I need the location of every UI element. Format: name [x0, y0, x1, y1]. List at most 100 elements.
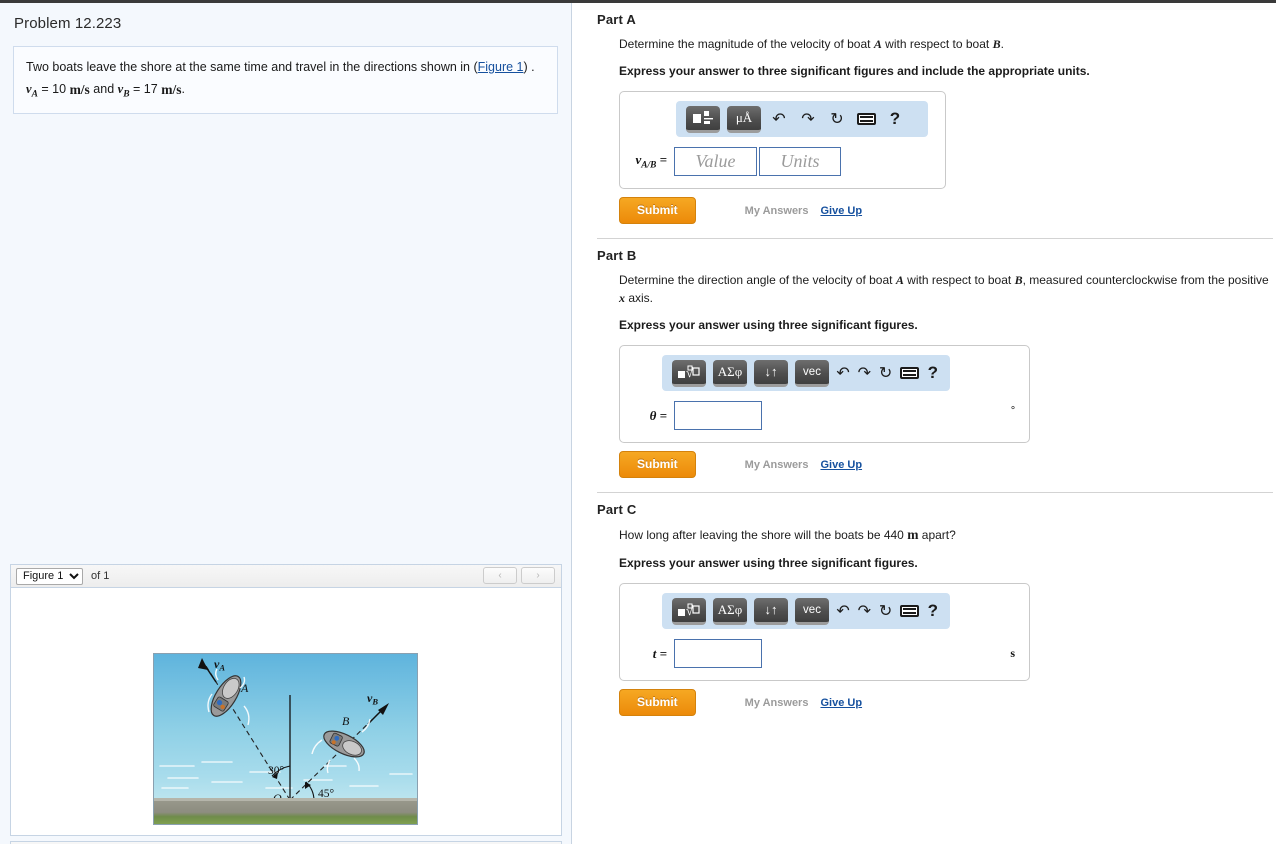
undo-icon[interactable]: ↶: [836, 363, 850, 383]
figure-next-button[interactable]: ›: [521, 567, 555, 584]
part-b-section: Part B Determine the direction angle of …: [573, 238, 1276, 492]
part-b-question-end: , measured counterclockwise from the pos…: [1022, 273, 1269, 287]
part-a-submit-row: Submit My Answers Give Up: [619, 197, 1276, 224]
part-b-give-up-link[interactable]: Give Up: [820, 459, 862, 471]
sqrt-template-icon[interactable]: √: [672, 359, 706, 387]
part-b-var-b: B: [1014, 273, 1023, 287]
greek-symbols-icon[interactable]: ΑΣφ: [713, 597, 747, 625]
page-title: Problem 12.223: [14, 15, 122, 32]
statement-end: .: [181, 81, 185, 96]
figure-panel: Figure 1 of 1 ‹ › vA A vB B 30° 45°: [10, 564, 562, 836]
part-b-eq-label: θ =: [649, 407, 667, 423]
part-b-my-answers-link[interactable]: My Answers: [745, 459, 809, 471]
vb-units: m/s: [161, 81, 182, 97]
help-icon[interactable]: ?: [926, 601, 940, 621]
part-c-section: Part C How long after leaving the shore …: [573, 492, 1276, 717]
template-icon[interactable]: [686, 105, 720, 133]
part-c-math-toolbar: √ ΑΣφ ↓↑ vec ↶ ↷ ↻ ?: [662, 593, 950, 630]
part-c-give-up-link[interactable]: Give Up: [820, 697, 862, 709]
updown-arrows-icon[interactable]: ↓↑: [754, 597, 788, 625]
boat-diagram-image: vA A vB B 30° 45° O: [153, 653, 418, 825]
sqrt-template-icon[interactable]: √: [672, 597, 706, 625]
figure-prev-button[interactable]: ‹: [483, 567, 517, 584]
va-symbol: vA: [26, 81, 38, 100]
part-a-value-placeholder: Value: [695, 151, 736, 171]
reset-icon[interactable]: ↻: [879, 363, 893, 383]
part-b-var-a: A: [895, 273, 904, 287]
figure-count-label: of 1: [91, 570, 110, 582]
part-a-section: Part A Determine the magnitude of the ve…: [573, 3, 1276, 238]
part-a-units-input[interactable]: Units: [759, 147, 841, 176]
part-c-unit-m: m: [907, 527, 919, 542]
statement-text-pre: Two boats leave the shore at the same ti…: [26, 60, 478, 74]
figure-label-boat-a: A: [240, 681, 249, 695]
problem-statement: Two boats leave the shore at the same ti…: [13, 46, 558, 115]
part-c-answer-input[interactable]: [674, 639, 762, 669]
figure-select[interactable]: Figure 1: [16, 567, 83, 585]
problem-left-panel: Problem 12.223 Two boats leave the shore…: [0, 3, 572, 844]
vb-value: = 17: [133, 81, 158, 96]
units-greek-icon[interactable]: μÅ: [727, 105, 761, 133]
part-c-submit-row: Submit My Answers Give Up: [619, 689, 1276, 717]
figure-link[interactable]: Figure 1: [478, 60, 524, 74]
part-a-submit-button[interactable]: Submit: [619, 197, 696, 224]
part-b-math-toolbar: √ ΑΣφ ↓↑ vec ↶ ↷ ↻ ?: [662, 355, 950, 391]
part-c-question: How long after leaving the shore will th…: [573, 517, 1276, 545]
part-c-question-pre: How long after leaving the shore will th…: [619, 528, 908, 542]
reset-icon[interactable]: ↻: [826, 109, 848, 129]
figure-toolbar: Figure 1 of 1 ‹ ›: [11, 565, 561, 588]
part-a-instruction: Express your answer to three significant…: [619, 64, 1090, 78]
part-a-title: Part A: [597, 12, 637, 27]
part-b-answer-input[interactable]: [674, 401, 762, 430]
part-b-input-row: θ = °: [620, 391, 1029, 442]
part-b-question: Determine the direction angle of the vel…: [573, 263, 1276, 307]
part-a-units-placeholder: Units: [780, 151, 820, 171]
part-b-instruction: Express your answer using three signific…: [619, 318, 918, 332]
part-b-submit-row: Submit My Answers Give Up: [619, 451, 1276, 478]
redo-icon[interactable]: ↷: [857, 363, 871, 383]
va-units: m/s: [69, 81, 90, 97]
part-b-answer-box: √ ΑΣφ ↓↑ vec ↶ ↷ ↻ ? θ = °: [619, 345, 1030, 443]
part-b-unit-suffix: °: [1011, 405, 1015, 416]
updown-arrows-icon[interactable]: ↓↑: [754, 359, 788, 387]
undo-icon[interactable]: ↶: [836, 601, 850, 621]
vector-icon[interactable]: vec: [795, 359, 829, 387]
part-a-value-input[interactable]: Value: [674, 147, 757, 176]
keyboard-icon[interactable]: [899, 367, 919, 379]
statement-and: and: [93, 81, 118, 96]
part-a-question-end: .: [1000, 37, 1004, 51]
part-a-eq-label: vA/B =: [635, 152, 667, 171]
keyboard-icon[interactable]: [899, 605, 919, 618]
vector-icon[interactable]: vec: [795, 597, 829, 625]
shore-ground: [154, 798, 417, 824]
part-b-question-pre: Determine the direction angle of the vel…: [619, 273, 896, 287]
part-c-submit-button[interactable]: Submit: [619, 689, 696, 717]
part-a-question: Determine the magnitude of the velocity …: [573, 27, 1276, 53]
figure-label-va: vA: [214, 657, 225, 673]
figure-label-boat-b: B: [342, 714, 350, 728]
statement-text-mid: ) .: [523, 60, 535, 74]
redo-icon[interactable]: ↷: [857, 601, 871, 621]
help-icon[interactable]: ?: [926, 363, 940, 383]
part-a-question-pre: Determine the magnitude of the velocity …: [619, 37, 874, 51]
part-b-question-tail: axis.: [625, 291, 654, 305]
greek-symbols-icon[interactable]: ΑΣφ: [713, 359, 747, 387]
part-c-my-answers-link[interactable]: My Answers: [745, 697, 809, 709]
help-icon[interactable]: ?: [884, 109, 906, 129]
part-c-instruction: Express your answer using three signific…: [619, 556, 918, 571]
redo-icon[interactable]: ↷: [797, 109, 819, 129]
part-a-input-row: vA/B = Value Units: [620, 137, 945, 188]
undo-icon[interactable]: ↶: [768, 109, 790, 129]
parts-right-panel: Part A Determine the magnitude of the ve…: [573, 3, 1276, 844]
part-c-eq-label: t =: [652, 645, 667, 661]
figure-body: vA A vB B 30° 45° O: [11, 588, 561, 835]
part-b-submit-button[interactable]: Submit: [619, 451, 696, 478]
part-a-my-answers-link[interactable]: My Answers: [745, 205, 809, 217]
part-a-var-b: B: [992, 37, 1001, 51]
part-c-input-row: t = s: [620, 629, 1029, 680]
reset-icon[interactable]: ↻: [879, 601, 893, 621]
keyboard-icon[interactable]: [855, 113, 877, 125]
part-a-give-up-link[interactable]: Give Up: [820, 205, 862, 217]
part-c-unit-suffix: s: [1010, 646, 1015, 661]
part-a-answer-box: μÅ ↶ ↷ ↻ ? vA/B = Value Units: [619, 91, 946, 189]
